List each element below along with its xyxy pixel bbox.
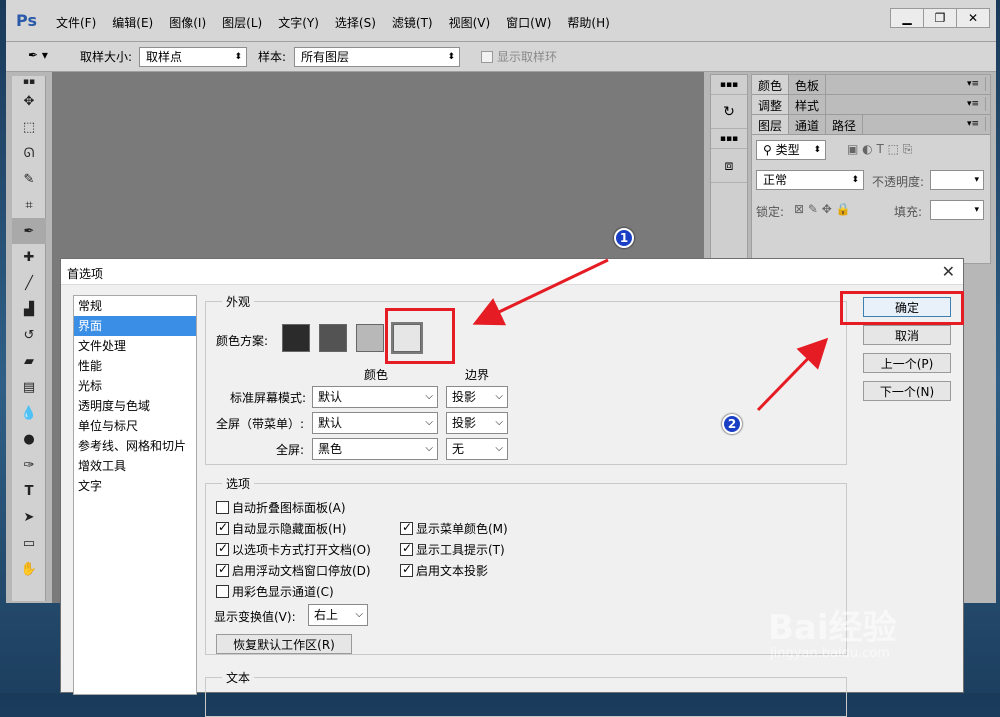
annotation-arrows xyxy=(472,258,829,412)
baidu-watermark: Bai经验 xyxy=(768,608,897,648)
step-marker-1: 1 xyxy=(614,228,634,248)
arrow-to-ok xyxy=(756,337,829,412)
arrow-to-swatch xyxy=(472,258,609,326)
baidu-watermark-url: jingyan.baidu.com xyxy=(770,646,890,661)
step-marker-2: 2 xyxy=(722,414,742,434)
